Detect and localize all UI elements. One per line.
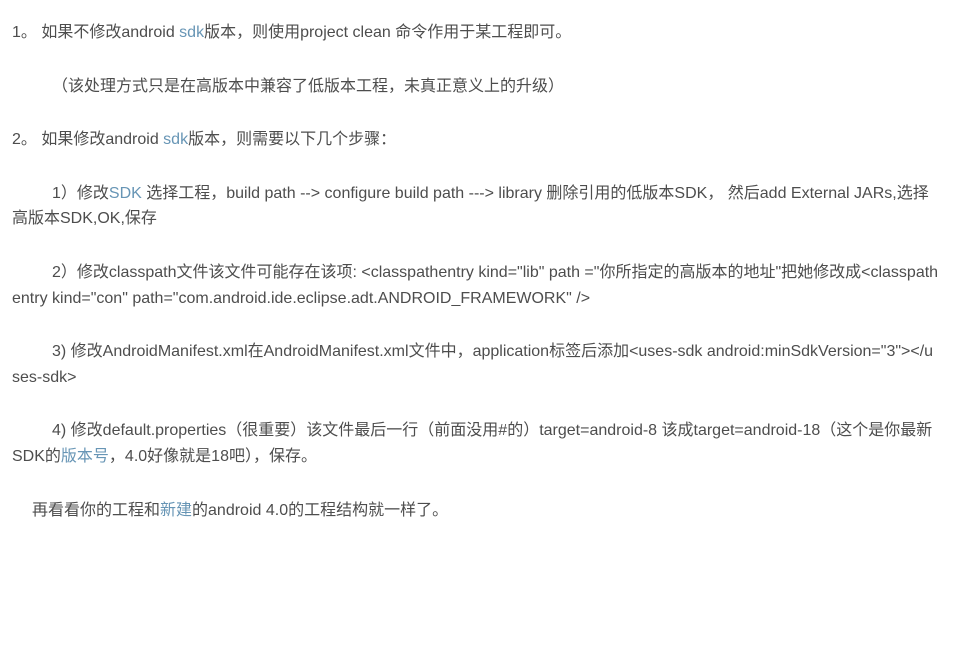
text: 的android 4.0的工程结构就一样了。	[192, 502, 448, 519]
link-sdk-3[interactable]: SDK	[109, 185, 142, 202]
paragraph-3: 2。 如果修改android sdk版本，则需要以下几个步骤：	[12, 127, 941, 153]
paragraph-5: 2）修改classpath文件该文件可能存在该项: <classpathentr…	[12, 260, 941, 311]
link-sdk-1[interactable]: sdk	[179, 24, 204, 41]
text: （该处理方式只是在高版本中兼容了低版本工程，未真正意义上的升级）	[52, 78, 564, 95]
paragraph-6: 3) 修改AndroidManifest.xml在AndroidManifest…	[12, 339, 941, 390]
text: 选择工程，build path --> configure build path…	[12, 185, 929, 228]
paragraph-1: 1。 如果不修改android sdk版本，则使用project clean 命…	[12, 20, 941, 46]
text: 1。 如果不修改android	[12, 24, 179, 41]
text: 2）修改classpath文件该文件可能存在该项: <classpathentr…	[12, 264, 938, 307]
paragraph-7: 4) 修改default.properties（很重要）该文件最后一行（前面没用…	[12, 418, 941, 469]
link-new-create[interactable]: 新建	[160, 502, 192, 519]
text: 再看看你的工程和	[32, 502, 160, 519]
text: ，4.0好像就是18吧），保存。	[109, 448, 317, 465]
paragraph-8: 再看看你的工程和新建的android 4.0的工程结构就一样了。	[12, 498, 941, 524]
paragraph-4: 1）修改SDK 选择工程，build path --> configure bu…	[12, 181, 941, 232]
link-sdk-2[interactable]: sdk	[163, 131, 188, 148]
text: 1）修改	[52, 185, 109, 202]
text: 版本，则使用project clean 命令作用于某工程即可。	[204, 24, 571, 41]
paragraph-2: （该处理方式只是在高版本中兼容了低版本工程，未真正意义上的升级）	[12, 74, 941, 100]
text: 2。 如果修改android	[12, 131, 163, 148]
link-version-number[interactable]: 版本号	[61, 448, 109, 465]
text: 3) 修改AndroidManifest.xml在AndroidManifest…	[12, 343, 933, 386]
text: 版本，则需要以下几个步骤：	[188, 131, 396, 148]
